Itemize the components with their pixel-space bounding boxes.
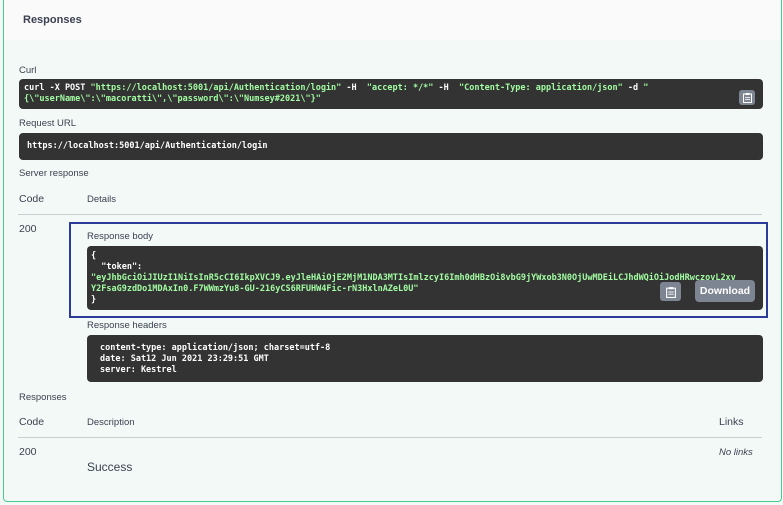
download-button[interactable]: Download	[695, 280, 755, 302]
request-url-block[interactable]: https://localhost:5001/api/Authenticatio…	[19, 133, 763, 160]
responses-row-links: No links	[719, 447, 753, 458]
request-url-label: Request URL	[19, 118, 77, 129]
json-open-brace: {	[91, 251, 97, 261]
json-token-key: "token":	[91, 262, 143, 272]
curl-h1: -H	[341, 83, 367, 93]
header-line: content-type: application/json; charset=…	[100, 343, 331, 353]
curl-command-block[interactable]: curl -X POST "https://localhost:5001/api…	[19, 79, 763, 109]
curl-url: "https://localhost:5001/api/Authenticati…	[90, 83, 342, 93]
json-close-brace: }	[91, 295, 97, 305]
responses-label: Responses	[19, 392, 67, 403]
divider	[18, 214, 762, 215]
curl-accept: "accept: */*"	[366, 83, 434, 93]
responses-row-description: Success	[87, 460, 133, 474]
curl-d: -d	[622, 83, 644, 93]
response-headers-block[interactable]: content-type: application/json; charset=…	[87, 335, 763, 382]
clipboard-icon	[742, 93, 752, 103]
responses-row-code: 200	[19, 446, 37, 458]
responses-code-header: Code	[19, 416, 45, 428]
response-headers-label: Response headers	[87, 320, 167, 331]
header-line: date: Sat12 Jun 2021 23:29:51 GMT	[100, 354, 269, 364]
responses-header: Responses	[3, 0, 782, 41]
request-url-value: https://localhost:5001/api/Authenticatio…	[27, 141, 268, 151]
curl-quote: "	[643, 83, 649, 93]
curl-cmd: curl -X POST	[24, 83, 91, 93]
responses-description-header: Description	[87, 417, 135, 428]
curl-body: {\"userName\":\"macoratti\",\"password\"…	[24, 94, 321, 104]
responses-links-header: Links	[719, 416, 744, 428]
curl-copy-button[interactable]	[739, 90, 755, 105]
divider	[18, 437, 762, 438]
curl-label: Curl	[19, 65, 37, 76]
curl-h2: -H	[433, 83, 460, 93]
server-response-code-header: Code	[19, 193, 45, 205]
json-token-value-line1: "eyJhbGciOiJIUzI1NiIsInR5cCI6IkpXVCJ9.ey…	[91, 273, 736, 283]
server-response-code: 200	[19, 223, 37, 235]
response-body-label: Response body	[87, 231, 154, 242]
responses-section-title: Responses	[23, 14, 82, 26]
clipboard-icon	[665, 286, 676, 298]
server-response-label: Server response	[19, 168, 89, 179]
response-body-copy-button[interactable]	[660, 282, 681, 301]
json-token-value-line2: Y2FsaG9zdDo1MDAxIn0.F7WWmzYu8-GU-216yCS6…	[91, 284, 419, 294]
server-response-details-header: Details	[87, 194, 117, 205]
curl-content-type: "Content-Type: application/json"	[459, 83, 623, 93]
header-line: server: Kestrel	[100, 365, 177, 375]
